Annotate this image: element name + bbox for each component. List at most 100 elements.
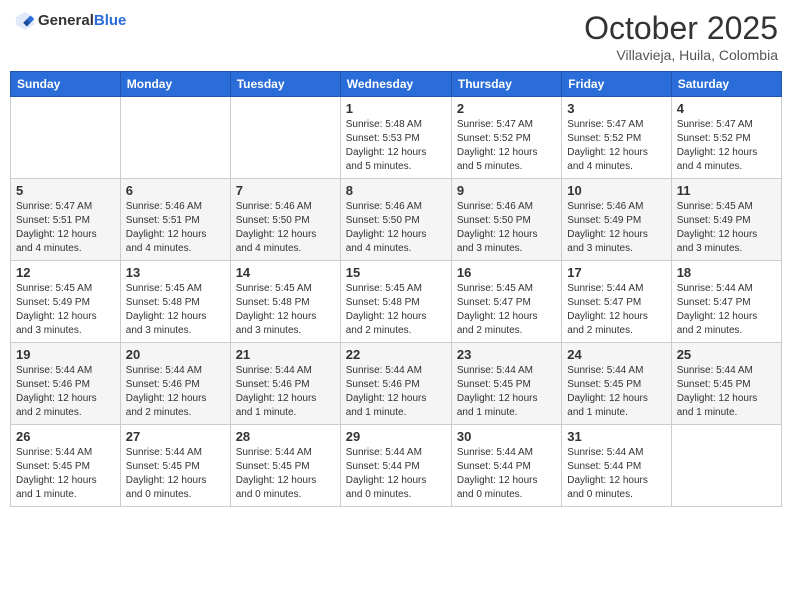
day-number: 8	[346, 183, 446, 198]
calendar-cell: 8 Sunrise: 5:46 AM Sunset: 5:50 PM Daylig…	[340, 179, 451, 261]
day-detail: Sunrise: 5:44 AM Sunset: 5:44 PM Dayligh…	[346, 446, 446, 502]
day-detail: Sunrise: 5:47 AM Sunset: 5:52 PM Dayligh…	[677, 118, 776, 174]
day-number: 16	[457, 265, 556, 280]
calendar-cell: 17 Sunrise: 5:44 AM Sunset: 5:47 PM Dayli…	[562, 261, 671, 343]
day-detail: Sunrise: 5:44 AM Sunset: 5:45 PM Dayligh…	[126, 446, 225, 502]
calendar-cell: 7Sunrise: 5:46 AM Sunset: 5:50 PM Daylig…	[230, 179, 340, 261]
day-number: 25	[677, 347, 776, 362]
calendar-cell: 9Sunrise: 5:46 AM Sunset: 5:50 PM Daylig…	[451, 179, 561, 261]
logo-icon	[14, 10, 36, 32]
calendar-cell: 21Sunrise: 5:44 AM Sunset: 5:46 PM Dayli…	[230, 343, 340, 425]
calendar-cell: 18Sunrise: 5:44 AM Sunset: 5:47 PM Dayli…	[671, 261, 781, 343]
day-detail: Sunrise: 5:44 AM Sunset: 5:45 PM Dayligh…	[236, 446, 335, 502]
day-detail: Sunrise: 5:47 AM Sunset: 5:52 PM Dayligh…	[567, 118, 665, 174]
day-detail: Sunrise: 5:44 AM Sunset: 5:45 PM Dayligh…	[567, 364, 665, 420]
day-detail: Sunrise: 5:47 AM Sunset: 5:52 PM Dayligh…	[457, 118, 556, 174]
calendar-cell: 26 Sunrise: 5:44 AM Sunset: 5:45 PM Dayli…	[11, 425, 121, 507]
calendar-cell: 23 Sunrise: 5:44 AM Sunset: 5:45 PM Dayli…	[451, 343, 561, 425]
day-number: 31	[567, 429, 665, 444]
day-detail: Sunrise: 5:47 AM Sunset: 5:51 PM Dayligh…	[16, 200, 115, 256]
calendar-cell: 19 Sunrise: 5:44 AM Sunset: 5:46 PM Dayli…	[11, 343, 121, 425]
day-detail: Sunrise: 5:45 AM Sunset: 5:49 PM Dayligh…	[677, 200, 776, 256]
day-number: 9	[457, 183, 556, 198]
day-number: 22	[346, 347, 446, 362]
calendar-cell	[120, 97, 230, 179]
day-number: 13	[126, 265, 225, 280]
weekday-header-row: SundayMondayTuesdayWednesdayThursdayFrid…	[11, 72, 782, 97]
calendar-cell: 5 Sunrise: 5:47 AM Sunset: 5:51 PM Daylig…	[11, 179, 121, 261]
day-detail: Sunrise: 5:44 AM Sunset: 5:44 PM Dayligh…	[457, 446, 556, 502]
day-detail: Sunrise: 5:44 AM Sunset: 5:46 PM Dayligh…	[16, 364, 115, 420]
weekday-header-sunday: Sunday	[11, 72, 121, 97]
day-detail: Sunrise: 5:45 AM Sunset: 5:48 PM Dayligh…	[346, 282, 446, 338]
day-detail: Sunrise: 5:45 AM Sunset: 5:48 PM Dayligh…	[126, 282, 225, 338]
day-number: 10	[567, 183, 665, 198]
calendar-cell: 16 Sunrise: 5:45 AM Sunset: 5:47 PM Dayli…	[451, 261, 561, 343]
day-detail: Sunrise: 5:45 AM Sunset: 5:49 PM Dayligh…	[16, 282, 115, 338]
day-number: 23	[457, 347, 556, 362]
calendar-week-row-5: 26 Sunrise: 5:44 AM Sunset: 5:45 PM Dayli…	[11, 425, 782, 507]
calendar-cell: 28 Sunrise: 5:44 AM Sunset: 5:45 PM Dayli…	[230, 425, 340, 507]
day-number: 28	[236, 429, 335, 444]
calendar-week-row-3: 12 Sunrise: 5:45 AM Sunset: 5:49 PM Dayli…	[11, 261, 782, 343]
day-number: 11	[677, 183, 776, 198]
title-area: October 2025 Villavieja, Huila, Colombia	[584, 10, 778, 63]
day-number: 14	[236, 265, 335, 280]
day-number: 18	[677, 265, 776, 280]
calendar-cell: 10Sunrise: 5:46 AM Sunset: 5:49 PM Dayli…	[562, 179, 671, 261]
weekday-header-wednesday: Wednesday	[340, 72, 451, 97]
calendar-cell: 6Sunrise: 5:46 AM Sunset: 5:51 PM Daylig…	[120, 179, 230, 261]
day-number: 4	[677, 101, 776, 116]
calendar-cell: 4 Sunrise: 5:47 AM Sunset: 5:52 PM Daylig…	[671, 97, 781, 179]
calendar-week-row-4: 19 Sunrise: 5:44 AM Sunset: 5:46 PM Dayli…	[11, 343, 782, 425]
page-header: GeneralBlue October 2025 Villavieja, Hui…	[10, 10, 782, 63]
day-detail: Sunrise: 5:46 AM Sunset: 5:51 PM Dayligh…	[126, 200, 225, 256]
day-number: 5	[16, 183, 115, 198]
day-number: 30	[457, 429, 556, 444]
calendar-cell: 31 Sunrise: 5:44 AM Sunset: 5:44 PM Dayli…	[562, 425, 671, 507]
calendar-cell	[230, 97, 340, 179]
calendar-cell: 27 Sunrise: 5:44 AM Sunset: 5:45 PM Dayli…	[120, 425, 230, 507]
day-number: 15	[346, 265, 446, 280]
calendar-cell	[11, 97, 121, 179]
calendar-cell: 14 Sunrise: 5:45 AM Sunset: 5:48 PM Dayli…	[230, 261, 340, 343]
calendar-cell: 3Sunrise: 5:47 AM Sunset: 5:52 PM Daylig…	[562, 97, 671, 179]
weekday-header-saturday: Saturday	[671, 72, 781, 97]
day-detail: Sunrise: 5:44 AM Sunset: 5:46 PM Dayligh…	[236, 364, 335, 420]
calendar-cell: 25 Sunrise: 5:44 AM Sunset: 5:45 PM Dayli…	[671, 343, 781, 425]
day-number: 17	[567, 265, 665, 280]
day-detail: Sunrise: 5:44 AM Sunset: 5:46 PM Dayligh…	[126, 364, 225, 420]
weekday-header-friday: Friday	[562, 72, 671, 97]
day-detail: Sunrise: 5:44 AM Sunset: 5:46 PM Dayligh…	[346, 364, 446, 420]
day-number: 26	[16, 429, 115, 444]
day-detail: Sunrise: 5:44 AM Sunset: 5:45 PM Dayligh…	[457, 364, 556, 420]
day-detail: Sunrise: 5:44 AM Sunset: 5:45 PM Dayligh…	[16, 446, 115, 502]
calendar-cell: 22 Sunrise: 5:44 AM Sunset: 5:46 PM Dayli…	[340, 343, 451, 425]
weekday-header-monday: Monday	[120, 72, 230, 97]
calendar-cell: 11 Sunrise: 5:45 AM Sunset: 5:49 PM Dayli…	[671, 179, 781, 261]
calendar-cell: 12 Sunrise: 5:45 AM Sunset: 5:49 PM Dayli…	[11, 261, 121, 343]
day-number: 12	[16, 265, 115, 280]
calendar-table: SundayMondayTuesdayWednesdayThursdayFrid…	[10, 71, 782, 507]
calendar-cell: 2 Sunrise: 5:47 AM Sunset: 5:52 PM Daylig…	[451, 97, 561, 179]
weekday-header-tuesday: Tuesday	[230, 72, 340, 97]
day-number: 19	[16, 347, 115, 362]
day-number: 29	[346, 429, 446, 444]
day-detail: Sunrise: 5:44 AM Sunset: 5:47 PM Dayligh…	[567, 282, 665, 338]
day-number: 27	[126, 429, 225, 444]
calendar-week-row-2: 5 Sunrise: 5:47 AM Sunset: 5:51 PM Daylig…	[11, 179, 782, 261]
day-number: 24	[567, 347, 665, 362]
day-number: 1	[346, 101, 446, 116]
day-detail: Sunrise: 5:46 AM Sunset: 5:50 PM Dayligh…	[346, 200, 446, 256]
day-detail: Sunrise: 5:45 AM Sunset: 5:47 PM Dayligh…	[457, 282, 556, 338]
calendar-cell: 29 Sunrise: 5:44 AM Sunset: 5:44 PM Dayli…	[340, 425, 451, 507]
calendar-cell: 15 Sunrise: 5:45 AM Sunset: 5:48 PM Dayli…	[340, 261, 451, 343]
day-detail: Sunrise: 5:44 AM Sunset: 5:44 PM Dayligh…	[567, 446, 665, 502]
calendar-cell: 1 Sunrise: 5:48 AM Sunset: 5:53 PM Daylig…	[340, 97, 451, 179]
logo: GeneralBlue	[14, 10, 126, 32]
day-number: 2	[457, 101, 556, 116]
day-detail: Sunrise: 5:48 AM Sunset: 5:53 PM Dayligh…	[346, 118, 446, 174]
day-detail: Sunrise: 5:45 AM Sunset: 5:48 PM Dayligh…	[236, 282, 335, 338]
weekday-header-thursday: Thursday	[451, 72, 561, 97]
day-detail: Sunrise: 5:44 AM Sunset: 5:45 PM Dayligh…	[677, 364, 776, 420]
